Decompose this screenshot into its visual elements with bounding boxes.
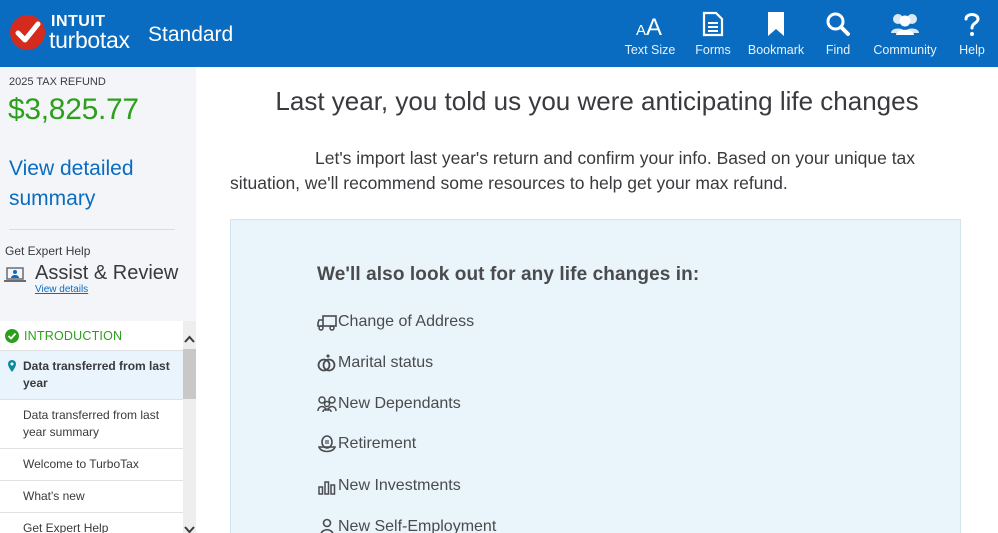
nav-item-welcome[interactable]: Welcome to TurboTax: [0, 449, 183, 481]
retirement-item: Retirement: [317, 432, 416, 456]
nav-item-get-expert-help[interactable]: Get Expert Help: [0, 513, 183, 533]
nest-egg-icon: [317, 434, 337, 454]
nav-help[interactable]: Help: [948, 0, 996, 67]
section-introduction[interactable]: INTRODUCTION: [0, 321, 183, 351]
scrollbar-thumb[interactable]: [183, 349, 196, 399]
expert-help-label: Get Expert Help: [5, 244, 91, 258]
laptop-person-icon: [4, 265, 28, 290]
view-detailed-summary-link[interactable]: View detailed summary: [9, 154, 179, 214]
life-changes-panel: We'll also look out for any life changes…: [230, 219, 961, 533]
svg-text:A: A: [636, 22, 646, 37]
assist-view-details-link[interactable]: View details: [35, 284, 88, 295]
new-self-employment-item: New Self-Employment: [317, 515, 496, 533]
search-icon: [825, 11, 851, 42]
refund-amount: $3,825.77: [8, 93, 139, 126]
chevron-up-icon[interactable]: [183, 331, 196, 343]
nav-forms[interactable]: Forms: [688, 0, 738, 67]
chevron-down-icon[interactable]: [183, 522, 196, 533]
turbotax-logo-icon: [10, 15, 45, 50]
location-pin-icon: [8, 360, 16, 377]
svg-text:A: A: [646, 14, 662, 37]
page-intro: Let's import last year's return and conf…: [230, 148, 916, 193]
family-icon: [317, 394, 337, 414]
nav-item-data-transferred[interactable]: Data transferred from last year: [0, 351, 183, 400]
person-icon: [317, 517, 337, 533]
product-edition: Standard: [148, 23, 234, 46]
sidebar-divider: [9, 229, 175, 230]
truck-icon: [317, 312, 337, 332]
brand-turbotax: turbotax: [49, 27, 130, 53]
new-investments-item: New Investments: [317, 474, 461, 498]
bar-chart-icon: [317, 476, 337, 496]
page-title: Last year, you told us you were anticipa…: [275, 86, 919, 116]
nav-community[interactable]: Community: [870, 0, 940, 67]
nav-item-whats-new[interactable]: What's new: [0, 481, 183, 513]
marital-status-item: Marital status: [317, 351, 433, 375]
sidebar: 2025 TAX REFUND $3,825.77 View detailed …: [0, 67, 196, 533]
nav-find[interactable]: Find: [815, 0, 861, 67]
refund-label: 2025 TAX REFUND: [9, 76, 106, 88]
bookmark-icon: [766, 11, 786, 42]
new-dependants-item: New Dependants: [317, 392, 461, 416]
change-address-item: Change of Address: [317, 310, 474, 334]
app-header: INTUIT turbotax Standard AA Text Size Fo…: [0, 0, 998, 67]
nav-item-data-transferred-summary[interactable]: Data transferred from last year summary: [0, 400, 183, 449]
forms-icon: [702, 11, 724, 42]
nav-bookmark[interactable]: Bookmark: [745, 0, 807, 67]
nav-text-size[interactable]: AA Text Size: [622, 0, 678, 67]
panel-title: We'll also look out for any life changes…: [317, 264, 700, 285]
text-size-icon: AA: [636, 11, 664, 42]
rings-icon: [317, 353, 337, 373]
assist-review-title[interactable]: Assist & Review: [35, 262, 178, 285]
community-icon: [890, 11, 920, 42]
help-icon: [962, 11, 982, 42]
topic-nav-list: INTRODUCTION Data transferred from last …: [0, 321, 183, 533]
check-circle-icon: [5, 329, 19, 348]
nav-scrollbar[interactable]: [183, 321, 196, 533]
